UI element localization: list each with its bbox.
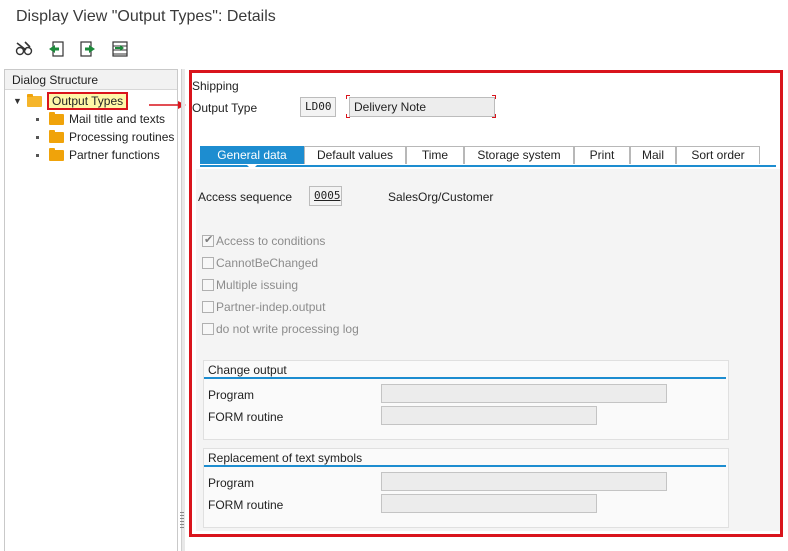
checkbox-label: Access to conditions	[216, 234, 326, 248]
program-field[interactable]	[381, 472, 667, 491]
detail-panel: Shipping Output Type LD00 Delivery Note …	[189, 70, 783, 537]
access-sequence-description: SalesOrg/Customer	[388, 190, 494, 204]
field-corner	[346, 114, 350, 118]
dialog-structure-header: Dialog Structure	[5, 70, 177, 90]
checkbox[interactable]	[202, 233, 214, 247]
tab-storage-system[interactable]: Storage system	[464, 146, 574, 164]
tree-node-mail-title[interactable]: Mail title and texts	[36, 110, 165, 128]
checkbox-cannot-be-changed[interactable]: CannotBeChanged	[202, 255, 318, 271]
tree-node-label[interactable]: Mail title and texts	[69, 112, 165, 126]
form-routine-field[interactable]	[381, 406, 597, 425]
tree-bullet	[36, 135, 39, 139]
change-output-group: Change output Program FORM routine	[203, 360, 729, 440]
tab-general-data[interactable]: General data	[200, 146, 304, 170]
splitter-grip[interactable]	[180, 512, 184, 530]
output-type-label: Output Type	[192, 101, 258, 115]
form-routine-field[interactable]	[381, 494, 597, 513]
checkbox-label: do not write processing log	[216, 322, 359, 336]
field-corner	[492, 95, 496, 99]
tree-node-label[interactable]: Partner functions	[69, 148, 160, 162]
access-sequence-field[interactable]: 0005	[309, 186, 342, 206]
previous-entry-icon	[49, 41, 64, 57]
checkbox-multiple-issuing[interactable]: Multiple issuing	[202, 277, 298, 293]
program-label: Program	[208, 476, 255, 490]
general-data-tab-content: Access sequence 0005 SalesOrg/Customer A…	[196, 169, 780, 531]
next-entry-icon	[80, 41, 95, 57]
tree-bullet	[36, 153, 39, 157]
checkbox-label: Partner-indep.output	[216, 300, 326, 314]
access-sequence-label: Access sequence	[198, 190, 293, 204]
tab-strip: General data Default values Time Storage…	[200, 145, 776, 170]
tab-print[interactable]: Print	[574, 146, 630, 164]
folder-icon	[49, 129, 64, 143]
checkbox[interactable]	[202, 257, 214, 269]
form-routine-label: FORM routine	[208, 410, 284, 424]
program-label: Program	[208, 388, 255, 402]
tree-bullet	[36, 117, 39, 121]
application-label: Shipping	[192, 79, 239, 93]
tab-mail[interactable]: Mail	[630, 146, 676, 164]
checkbox-access-to-conditions[interactable]: Access to conditions	[202, 233, 325, 249]
program-field[interactable]	[381, 384, 667, 403]
field-corner	[346, 95, 350, 99]
checkbox-label: CannotBeChanged	[216, 256, 319, 270]
checkbox[interactable]	[202, 323, 214, 335]
output-type-field[interactable]: LD00	[300, 97, 336, 117]
folder-icon	[49, 111, 64, 125]
checkbox[interactable]	[202, 279, 214, 291]
glasses-icon	[15, 41, 33, 56]
checkbox-label: Multiple issuing	[216, 278, 299, 292]
checkbox[interactable]	[202, 301, 214, 313]
folder-icon	[49, 147, 64, 161]
replacement-text-symbols-group: Replacement of text symbols Program FORM…	[203, 448, 729, 528]
variable-list-icon	[112, 41, 128, 57]
tab-sort-order[interactable]: Sort order	[676, 146, 760, 164]
group-title: Change output	[204, 361, 726, 379]
field-corner	[492, 114, 496, 118]
next-entry-button[interactable]	[76, 37, 100, 61]
folder-open-icon	[27, 93, 42, 107]
tree-node-partner-functions[interactable]: Partner functions	[36, 146, 160, 164]
dialog-structure-panel: Dialog Structure ▼ Output Types Mail tit…	[4, 69, 178, 551]
tree-node-processing-routines[interactable]: Processing routines	[36, 128, 174, 146]
tree-node-label[interactable]: Output Types	[47, 92, 129, 110]
checkbox-no-processing-log[interactable]: do not write processing log	[202, 321, 359, 337]
window-title: Display View "Output Types": Details	[16, 8, 276, 25]
tree-node-label[interactable]: Processing routines	[69, 130, 174, 144]
previous-entry-button[interactable]	[44, 37, 68, 61]
variable-list-button[interactable]	[108, 37, 132, 61]
output-type-description-field: Delivery Note	[349, 97, 495, 117]
tab-time[interactable]: Time	[406, 146, 464, 164]
application-toolbar	[0, 34, 788, 64]
form-routine-label: FORM routine	[208, 498, 284, 512]
checkbox-partner-indep-output[interactable]: Partner-indep.output	[202, 299, 325, 315]
group-title: Replacement of text symbols	[204, 449, 726, 467]
tree-node-output-types[interactable]: ▼ Output Types	[13, 92, 129, 110]
tab-default-values[interactable]: Default values	[304, 146, 406, 164]
panel-splitter[interactable]	[181, 69, 185, 551]
chevron-down-icon[interactable]: ▼	[13, 96, 23, 106]
display-change-button[interactable]	[12, 37, 36, 61]
